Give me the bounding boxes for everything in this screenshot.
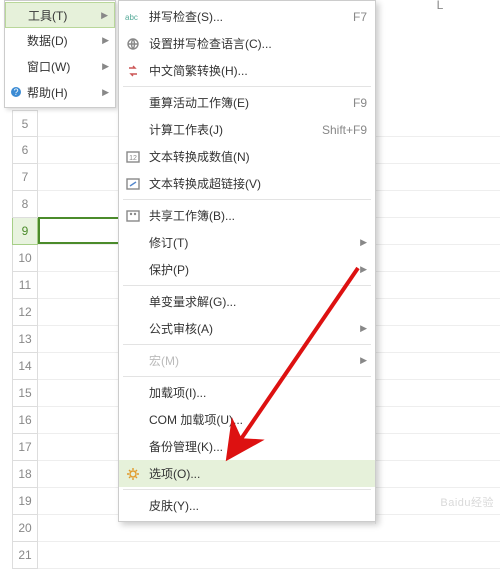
submenu-item-label: 文本转换成数值(N) <box>149 148 250 165</box>
row-header[interactable]: 6 <box>12 137 38 164</box>
submenu-item-label: 公式审核(A) <box>149 320 213 337</box>
row-header[interactable]: 13 <box>12 326 38 353</box>
chevron-right-icon: ▶ <box>102 35 109 46</box>
shortcut-text: F7 <box>353 10 367 24</box>
submenu-item[interactable]: 设置拼写检查语言(C)... <box>119 30 375 57</box>
share-icon <box>125 208 141 224</box>
submenu-item-label: 单变量求解(G)... <box>149 293 236 310</box>
submenu-item-label: 宏(M) <box>149 352 179 369</box>
watermark: Baidu经验 <box>440 494 494 510</box>
row-header[interactable]: 8 <box>12 191 38 218</box>
menu-separator <box>123 344 371 345</box>
row-header[interactable]: 21 <box>12 542 38 569</box>
submenu-item[interactable]: 文本转换成超链接(V) <box>119 170 375 197</box>
row-header[interactable]: 5 <box>12 110 38 137</box>
convert-icon <box>125 63 141 79</box>
abc-icon: abc <box>125 9 141 25</box>
submenu-item-label: 选项(O)... <box>149 465 200 482</box>
gear-icon <box>125 466 141 482</box>
menu-item[interactable]: 数据(D) ▶ <box>5 27 115 53</box>
row-cells[interactable] <box>38 542 500 569</box>
row-header[interactable]: 17 <box>12 434 38 461</box>
menu-separator <box>123 86 371 87</box>
row-header[interactable]: 16 <box>12 407 38 434</box>
menu-item[interactable]: ? 帮助(H) ▶ <box>5 79 115 105</box>
shortcut-text: F9 <box>353 96 367 110</box>
tolink-icon <box>125 176 141 192</box>
submenu-item-label: 共享工作簿(B)... <box>149 207 235 224</box>
submenu-item[interactable]: COM 加载项(U)... <box>119 406 375 433</box>
menu-item-label: 帮助(H) <box>27 84 68 101</box>
column-header-l[interactable]: L <box>380 0 500 12</box>
submenu-item[interactable]: 计算工作表(J) Shift+F9 <box>119 116 375 143</box>
menu-separator <box>123 489 371 490</box>
row-header[interactable]: 18 <box>12 461 38 488</box>
tonum-icon: 12 <box>125 149 141 165</box>
submenu-item[interactable]: 皮肤(Y)... <box>119 492 375 519</box>
menu-separator <box>123 285 371 286</box>
submenu-item[interactable]: 保护(P) ▶ <box>119 256 375 283</box>
submenu-item[interactable]: abc 拼写检查(S)... F7 <box>119 3 375 30</box>
chevron-right-icon: ▶ <box>360 264 367 275</box>
row-header[interactable]: 15 <box>12 380 38 407</box>
main-menu: 工具(T) ▶ 数据(D) ▶ 窗口(W) ▶? 帮助(H) ▶ <box>4 0 116 108</box>
row-header[interactable]: 14 <box>12 353 38 380</box>
chevron-right-icon: ▶ <box>360 355 367 366</box>
submenu-item[interactable]: 单变量求解(G)... <box>119 288 375 315</box>
row-header[interactable]: 9 <box>12 218 38 245</box>
submenu-item-label: 文本转换成超链接(V) <box>149 175 261 192</box>
submenu-item[interactable]: 中文简繁转换(H)... <box>119 57 375 84</box>
submenu-item-label: COM 加载项(U)... <box>149 411 243 428</box>
row-header[interactable]: 11 <box>12 272 38 299</box>
submenu-item-label: 加载项(I)... <box>149 384 206 401</box>
menu-separator <box>123 376 371 377</box>
submenu-item-label: 重算活动工作簿(E) <box>149 94 249 111</box>
submenu-item-label: 拼写检查(S)... <box>149 8 223 25</box>
shortcut-text: Shift+F9 <box>322 123 367 137</box>
svg-text:abc: abc <box>125 13 138 22</box>
submenu-item-label: 保护(P) <box>149 261 189 278</box>
submenu-item-label: 中文简繁转换(H)... <box>149 62 248 79</box>
menu-item[interactable]: 窗口(W) ▶ <box>5 53 115 79</box>
table-row: 21 <box>12 542 500 569</box>
menu-item-label: 工具(T) <box>28 7 67 24</box>
submenu-item-label: 皮肤(Y)... <box>149 497 199 514</box>
chevron-right-icon: ▶ <box>101 10 108 21</box>
chevron-right-icon: ▶ <box>102 61 109 72</box>
menu-item[interactable]: 工具(T) ▶ <box>5 2 115 28</box>
submenu-item-label: 备份管理(K)... <box>149 438 223 455</box>
chevron-right-icon: ▶ <box>360 323 367 334</box>
row-header[interactable]: 10 <box>12 245 38 272</box>
help-icon: ? <box>9 85 23 99</box>
submenu-item-label: 设置拼写检查语言(C)... <box>149 35 272 52</box>
submenu-item[interactable]: 重算活动工作簿(E) F9 <box>119 89 375 116</box>
row-header[interactable]: 7 <box>12 164 38 191</box>
submenu-item[interactable]: 共享工作簿(B)... <box>119 202 375 229</box>
submenu-item[interactable]: 公式审核(A) ▶ <box>119 315 375 342</box>
row-header[interactable]: 19 <box>12 488 38 515</box>
chevron-right-icon: ▶ <box>360 237 367 248</box>
submenu-item-label: 计算工作表(J) <box>149 121 223 138</box>
svg-text:?: ? <box>13 87 18 97</box>
globe-icon <box>125 36 141 52</box>
chevron-right-icon: ▶ <box>102 87 109 98</box>
tools-submenu: abc 拼写检查(S)... F7 设置拼写检查语言(C)... 中文简繁转换(H)..… <box>118 0 376 522</box>
svg-text:12: 12 <box>129 155 137 162</box>
row-header[interactable]: 12 <box>12 299 38 326</box>
menu-item-label: 数据(D) <box>27 32 68 49</box>
submenu-item[interactable]: 选项(O)... <box>119 460 375 487</box>
submenu-item[interactable]: 修订(T) ▶ <box>119 229 375 256</box>
row-header[interactable]: 20 <box>12 515 38 542</box>
submenu-item: 宏(M) ▶ <box>119 347 375 374</box>
submenu-item[interactable]: 加载项(I)... <box>119 379 375 406</box>
submenu-item[interactable]: 12 文本转换成数值(N) <box>119 143 375 170</box>
menu-separator <box>123 199 371 200</box>
submenu-item[interactable]: 备份管理(K)... <box>119 433 375 460</box>
menu-item-label: 窗口(W) <box>27 58 70 75</box>
submenu-item-label: 修订(T) <box>149 234 188 251</box>
